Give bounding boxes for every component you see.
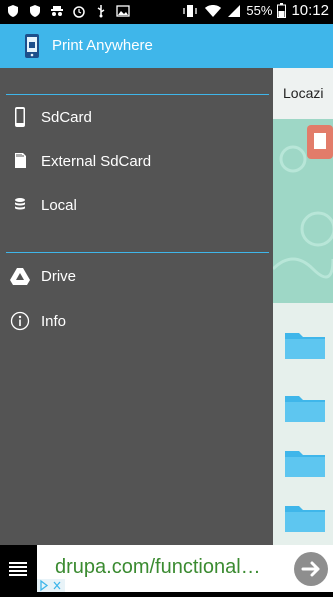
main-content: Locazi [273, 68, 333, 545]
signal-icon [228, 4, 241, 17]
divider [6, 252, 269, 253]
drawer-item-label: External SdCard [41, 153, 152, 170]
drawer-item-local[interactable]: Local [0, 185, 273, 225]
incognito-icon [51, 6, 63, 16]
ad-banner[interactable]: drupa.com/functional… [37, 545, 333, 592]
battery-icon [277, 3, 287, 18]
location-header-label: Locazi [283, 85, 324, 101]
clock: 10:12 [291, 2, 329, 19]
image-icon [116, 5, 130, 17]
database-icon [15, 198, 25, 210]
drawer-item-drive[interactable]: Drive [0, 256, 273, 296]
folder-icon[interactable] [283, 498, 327, 534]
ad-text[interactable]: drupa.com/functional… [55, 556, 261, 579]
app-logo-icon[interactable] [23, 33, 41, 59]
battery-percent: 55% [246, 3, 273, 18]
drawer-item-label: Drive [41, 268, 77, 285]
adchoices-badge[interactable] [37, 579, 65, 592]
shield-icon [8, 5, 18, 17]
wifi-icon [205, 4, 222, 17]
divider [6, 94, 269, 95]
info-icon [10, 311, 30, 331]
location-header: Locazi [273, 68, 333, 120]
drawer-item-sdcard[interactable]: SdCard [0, 97, 273, 137]
status-bar: 55% 10:12 [0, 0, 333, 24]
drawer-item-label: Info [41, 313, 67, 330]
arrow-right-icon [301, 561, 320, 577]
drive-icon [10, 268, 30, 285]
ad-go-button[interactable] [294, 552, 328, 586]
shield-icon [30, 5, 40, 17]
vibrate-icon [183, 4, 198, 17]
folder-icon[interactable] [283, 443, 327, 479]
drawer-item-info[interactable]: Info [0, 301, 273, 341]
drawer-item-label: Local [41, 197, 77, 214]
phone-icon [15, 107, 25, 127]
drawer-item-external-sdcard[interactable]: External SdCard [0, 141, 273, 181]
app-title: Print Anywhere [52, 37, 153, 54]
navigation-drawer: SdCard External SdCard Local Drive Info [0, 68, 273, 545]
folder-icon[interactable] [283, 388, 327, 424]
drawer-item-label: SdCard [41, 109, 92, 126]
app-bar: Print Anywhere [0, 24, 333, 68]
usb-icon [97, 5, 105, 18]
folder-icon[interactable] [283, 325, 327, 361]
banner-pattern [273, 119, 333, 303]
sdcard-icon [15, 153, 26, 168]
banner-image [273, 119, 333, 303]
menu-icon[interactable] [9, 562, 27, 576]
adchoices-icon [40, 579, 61, 592]
alarm-icon [73, 6, 85, 18]
